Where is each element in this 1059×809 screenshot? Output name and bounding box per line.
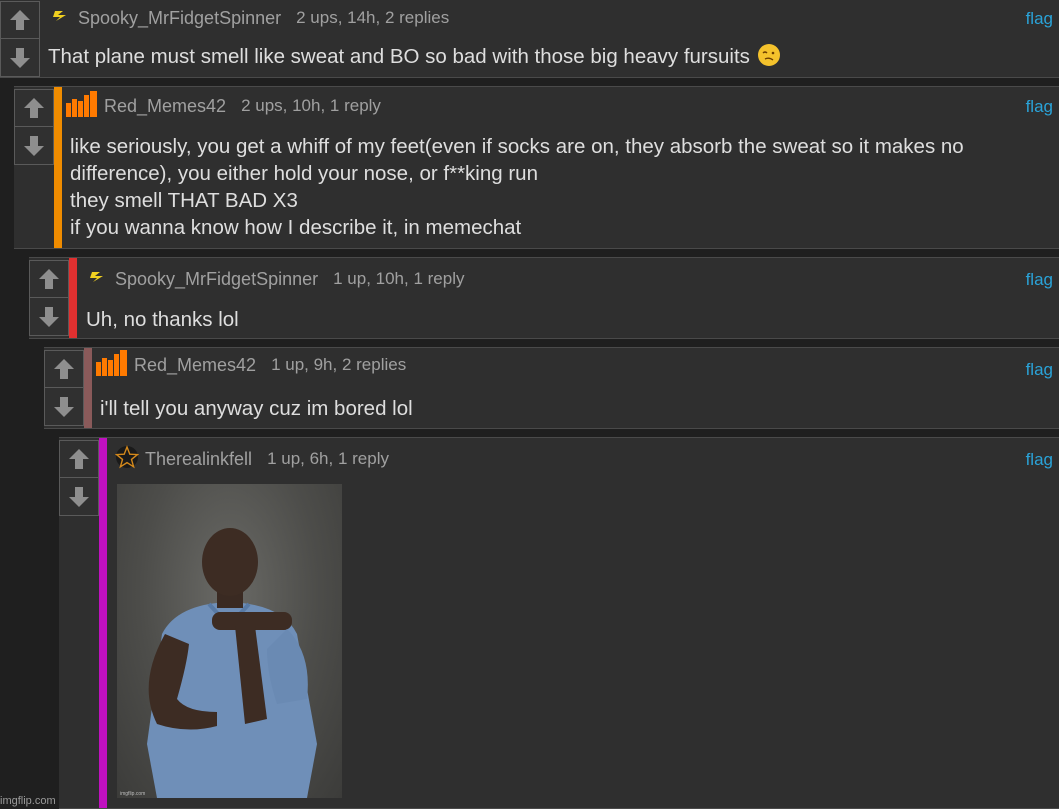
- down-arrow-icon: [69, 486, 89, 507]
- upvote-button[interactable]: [59, 440, 99, 478]
- thread-indent-bar: [54, 87, 62, 248]
- up-arrow-icon: [39, 269, 59, 289]
- comment-header: Spooky_MrFidgetSpinner 2 ups, 14h, 2 rep…: [52, 7, 449, 29]
- comment-text: That plane must smell like sweat and BO …: [48, 43, 780, 70]
- image-watermark: imgflip.com: [120, 791, 146, 797]
- flag-link[interactable]: flag: [1026, 450, 1053, 470]
- comment-meta: 1 up, 10h, 1 reply: [333, 269, 465, 288]
- upvote-button[interactable]: [29, 260, 69, 298]
- up-arrow-icon: [69, 449, 89, 469]
- comment-meta: 1 up, 9h, 2 replies: [271, 355, 407, 374]
- flag-link[interactable]: flag: [1026, 360, 1053, 380]
- thread-indent-bar: [99, 438, 107, 808]
- comment-text: Uh, no thanks lol: [86, 308, 239, 331]
- woozy-face-emoji: [757, 44, 780, 66]
- comment-meta: 2 ups, 14h, 2 replies: [296, 8, 450, 27]
- upvote-button[interactable]: [44, 350, 84, 388]
- downvote-button[interactable]: [59, 478, 99, 516]
- bar-chart-icon: [66, 90, 98, 122]
- upvote-button[interactable]: [14, 89, 54, 127]
- downvote-button[interactable]: [14, 127, 54, 165]
- vote-controls: [44, 350, 84, 426]
- lightning-icon: [52, 9, 72, 28]
- comment-1: Spooky_MrFidgetSpinner 2 ups, 14h, 2 rep…: [0, 0, 1059, 78]
- comment-text-line: if you wanna know how I describe it, in …: [70, 216, 522, 239]
- username-link[interactable]: Red_Memes42: [104, 96, 226, 117]
- comment-meta: 1 up, 6h, 1 reply: [267, 449, 389, 468]
- vote-controls: [59, 440, 99, 516]
- imgflip-watermark: imgflip.com: [0, 795, 56, 807]
- comment-text: i'll tell you anyway cuz im bored lol: [100, 397, 413, 420]
- comment-4: Red_Memes42 1 up, 9h, 2 replies flag i'l…: [44, 347, 1059, 429]
- comment-2: Red_Memes42 2 ups, 10h, 1 reply flag lik…: [14, 86, 1059, 249]
- lightning-icon: [89, 270, 109, 289]
- comment-header: Therealinkfell 1 up, 6h, 1 reply: [114, 444, 389, 470]
- upvote-button[interactable]: [0, 1, 40, 39]
- thread-indent-bar: [84, 348, 92, 428]
- comment-header: Spooky_MrFidgetSpinner 1 up, 10h, 1 repl…: [89, 268, 464, 290]
- downvote-button[interactable]: [44, 388, 84, 426]
- up-arrow-icon: [10, 10, 30, 30]
- comment-body: Uh, no thanks lol: [86, 306, 239, 333]
- down-arrow-icon: [10, 47, 30, 68]
- bar-chart-icon: [96, 349, 128, 381]
- up-arrow-icon: [24, 98, 44, 118]
- comment-meta: 2 ups, 10h, 1 reply: [241, 96, 381, 115]
- comment-header: Red_Memes42 2 ups, 10h, 1 reply: [66, 90, 381, 117]
- comment-body: i'll tell you anyway cuz im bored lol: [100, 395, 413, 422]
- comment-body: like seriously, you get a whiff of my fe…: [70, 133, 964, 241]
- downvote-button[interactable]: [29, 298, 69, 336]
- comment-3: Spooky_MrFidgetSpinner 1 up, 10h, 1 repl…: [29, 257, 1059, 339]
- down-arrow-icon: [54, 396, 74, 417]
- username-link[interactable]: Therealinkfell: [145, 449, 252, 470]
- flag-link[interactable]: flag: [1026, 270, 1053, 290]
- vote-controls: [29, 260, 69, 336]
- up-arrow-icon: [54, 359, 74, 379]
- down-arrow-icon: [24, 135, 44, 156]
- comment-body: That plane must smell like sweat and BO …: [48, 43, 780, 70]
- vote-controls: [14, 89, 54, 165]
- pentagram-star-icon: [114, 444, 140, 474]
- thread-indent-bar: [69, 258, 77, 338]
- comment-text-line: difference), you either hold your nose, …: [70, 162, 538, 185]
- downvote-button[interactable]: [0, 39, 40, 77]
- comment-text-line: they smell THAT BAD X3: [70, 189, 298, 212]
- flag-link[interactable]: flag: [1026, 97, 1053, 117]
- username-link[interactable]: Spooky_MrFidgetSpinner: [115, 269, 318, 290]
- vote-controls: [0, 1, 40, 77]
- username-link[interactable]: Red_Memes42: [134, 355, 256, 376]
- comment-header: Red_Memes42 1 up, 9h, 2 replies: [96, 349, 407, 376]
- comment-image[interactable]: imgflip.com: [117, 484, 342, 798]
- flag-link[interactable]: flag: [1026, 9, 1053, 29]
- comment-text-line: like seriously, you get a whiff of my fe…: [70, 135, 964, 158]
- photo-meme: [147, 528, 317, 798]
- username-link[interactable]: Spooky_MrFidgetSpinner: [78, 8, 281, 29]
- down-arrow-icon: [39, 306, 59, 327]
